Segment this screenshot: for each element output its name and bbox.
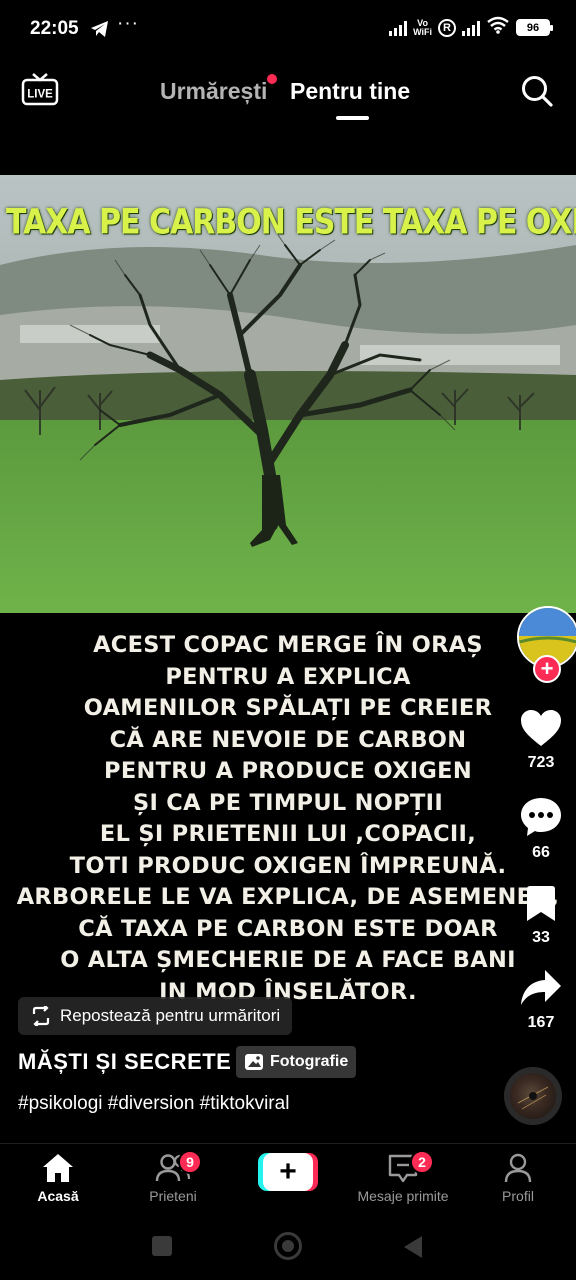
nav-home[interactable]: Acasă: [3, 1152, 113, 1204]
meme-line: PENTRU A PRODUCE OXIGEN: [104, 758, 472, 784]
meme-line: PENTRU A EXPLICA: [165, 663, 411, 690]
bottom-nav: Acasă Prieteni 9 + Mesaje primite 2 Prof…: [0, 1143, 576, 1213]
photo-mode-chip[interactable]: Fotografie: [236, 1046, 357, 1078]
repost-button[interactable]: Repostează pentru urmăritori: [18, 997, 293, 1035]
create-plus-icon: +: [263, 1153, 313, 1191]
live-label: LIVE: [27, 89, 53, 101]
roaming-icon: R: [438, 18, 456, 37]
active-tab-indicator: [336, 116, 369, 120]
status-time: 22:05: [30, 18, 79, 39]
live-button[interactable]: LIVE: [20, 70, 60, 110]
image-headline: TAXA PE CARBON ESTE TAXA PE OXIGEN !!!: [6, 202, 576, 243]
search-icon: [522, 76, 553, 107]
recents-icon[interactable]: [152, 1236, 172, 1256]
meme-line: CĂ TAXA PE CARBON ESTE DOAR: [78, 915, 498, 942]
bookmark-icon: [527, 886, 555, 921]
nav-friends-label: Prieteni: [149, 1188, 197, 1204]
search-button[interactable]: [520, 74, 554, 108]
status-bar: 22:05 ··· Vo WiFi R 96: [0, 0, 576, 58]
sound-cover-icon: [517, 1086, 549, 1110]
meme-line: OAMENILOR SPĂLAȚI PE CREIER: [83, 695, 493, 721]
share-icon: [521, 970, 561, 1005]
nav-inbox[interactable]: Mesaje primite 2: [348, 1150, 458, 1204]
music-disc[interactable]: [504, 1067, 562, 1125]
telegram-icon: [90, 20, 110, 43]
back-icon[interactable]: [404, 1236, 422, 1258]
friends-badge: 9: [178, 1150, 202, 1174]
follow-button[interactable]: +: [533, 655, 561, 683]
photo-icon: [245, 1054, 263, 1070]
status-overflow: ···: [117, 13, 139, 34]
home-circle-icon[interactable]: [274, 1232, 302, 1260]
comment-button[interactable]: 66: [508, 796, 574, 862]
meme-line: ARBORELE LE VA EXPLICA, DE ASEMENEA,: [16, 884, 560, 910]
status-icons: Vo WiFi R 96: [389, 16, 553, 39]
home-icon: [43, 1154, 73, 1182]
repost-icon: [32, 1006, 50, 1026]
repost-label: Repostează pentru urmăritori: [60, 1006, 281, 1025]
nav-inbox-label: Mesaje primite: [357, 1188, 449, 1204]
share-button[interactable]: 167: [508, 968, 574, 1032]
save-button[interactable]: 33: [508, 885, 574, 947]
post-media[interactable]: TAXA PE CARBON ESTE TAXA PE OXIGEN !!! A…: [0, 175, 576, 1020]
top-nav: LIVE Urmărești Pentru tine: [0, 60, 576, 130]
meme-line: EL ȘI PRIETENII LUI ,COPACII,: [99, 821, 477, 847]
meme-line: O ALTA ȘMECHERIE DE A FACE BANI: [60, 947, 516, 973]
meme-line: TOTI PRODUC OXIGEN ÎMPREUNĂ.: [69, 852, 507, 879]
nav-home-label: Acasă: [37, 1188, 79, 1204]
vowifi-icon: Vo WiFi: [413, 17, 432, 37]
meme-line: ACEST COPAC MERGE ÎN ORAȘ: [93, 632, 483, 658]
comment-count: 66: [532, 844, 550, 861]
like-count: 723: [527, 754, 555, 771]
author-name[interactable]: MĂȘTI ȘI SECRETE: [18, 1049, 231, 1075]
nav-profile[interactable]: Profil: [463, 1152, 573, 1204]
nav-profile-label: Profil: [502, 1188, 534, 1204]
nav-friends[interactable]: Prieteni 9: [118, 1150, 228, 1204]
like-button[interactable]: 723: [508, 708, 574, 772]
following-notification-dot: [267, 74, 277, 84]
profile-icon: [504, 1153, 532, 1183]
meme-line: CĂ ARE NEVOIE DE CARBON: [109, 726, 467, 753]
share-count: 167: [527, 1014, 555, 1031]
system-nav-bar: [0, 1213, 576, 1280]
meme-text: ACEST COPAC MERGE ÎN ORAȘ PENTRU A EXPLI…: [0, 630, 576, 1008]
signal-icon: [389, 20, 408, 36]
meme-line: ȘI CA PE TIMPUL NOPȚII: [132, 789, 444, 816]
signal-2-icon: [462, 20, 480, 36]
tab-following[interactable]: Urmărești: [160, 78, 267, 105]
wifi-icon: [486, 16, 510, 39]
save-count: 33: [532, 929, 550, 946]
tab-for-you[interactable]: Pentru tine: [290, 78, 410, 105]
hashtags[interactable]: #psikologi #diversion #tiktokviral: [18, 1093, 289, 1115]
live-tv-icon: LIVE: [21, 73, 59, 106]
heart-icon: [521, 710, 561, 746]
comment-icon: [521, 798, 561, 836]
battery-icon: 96: [516, 19, 553, 36]
photo-chip-label: Fotografie: [270, 1053, 349, 1070]
create-button[interactable]: +: [258, 1153, 318, 1191]
inbox-badge: 2: [410, 1150, 434, 1174]
